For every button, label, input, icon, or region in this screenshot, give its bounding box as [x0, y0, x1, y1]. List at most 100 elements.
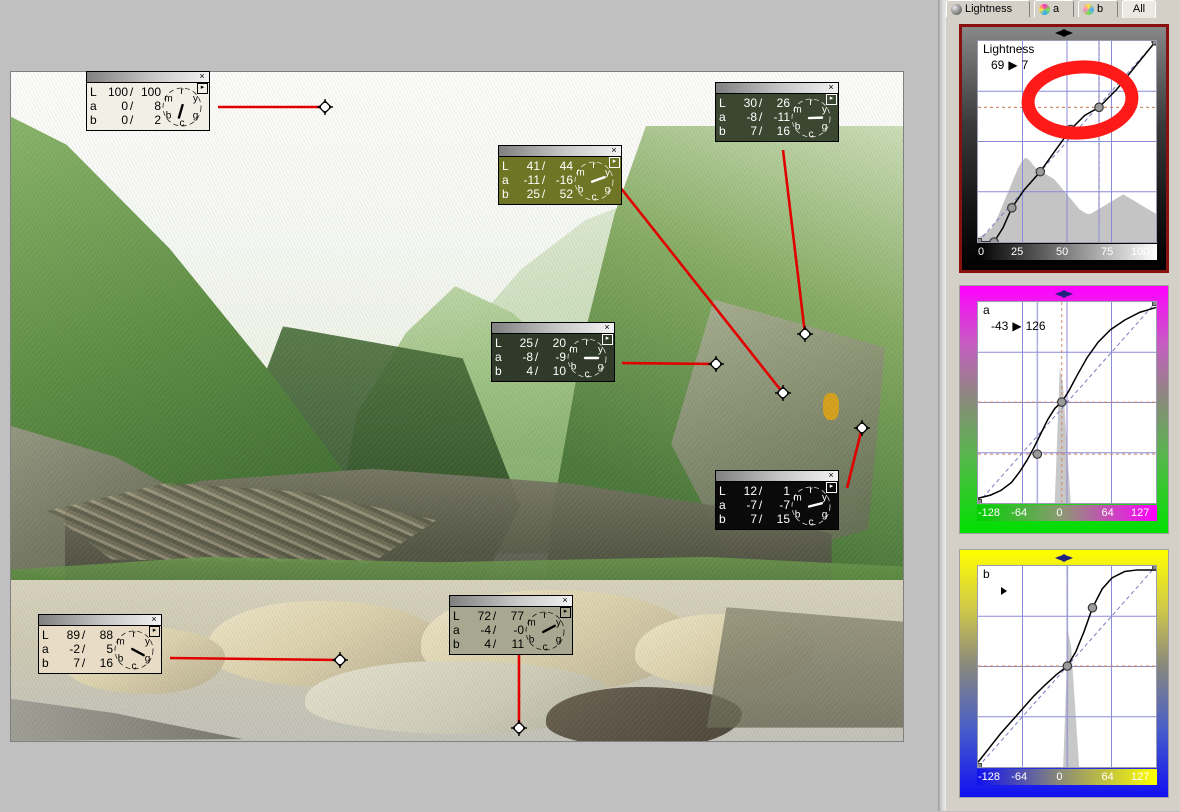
readout-row-a: a-8/-11	[719, 110, 791, 124]
readout-titlebar[interactable]: ×	[499, 146, 621, 157]
readout-value-before: 100	[102, 85, 128, 99]
readout-value-before: -4	[465, 623, 491, 637]
expand-icon[interactable]: ▸	[149, 626, 160, 637]
readout-body: L12/1a-7/-7b7/15mrygcb▸	[716, 482, 838, 530]
readout-channel-label: b	[495, 364, 507, 378]
curve-control-point[interactable]	[1008, 204, 1016, 212]
readout-titlebar[interactable]: ×	[492, 323, 614, 334]
readout-value-after: 11	[498, 637, 524, 651]
readout-slash: /	[128, 99, 135, 113]
readout-titlebar[interactable]: ×	[716, 471, 838, 482]
readout-slash: /	[540, 173, 547, 187]
lab-readout-box[interactable]: ×L89/88a-2/5b7/16mrygcb▸	[38, 614, 162, 674]
lab-readout-box[interactable]: ×L72/77a-4/-0b4/11mrygcb▸	[449, 595, 573, 655]
curve-endpoint-handle[interactable]	[1153, 41, 1157, 45]
curve-value-before: 69	[991, 58, 1004, 72]
expand-icon[interactable]: ▸	[826, 482, 837, 493]
expand-icon[interactable]: ▸	[560, 607, 571, 618]
readout-channel-label: a	[90, 99, 102, 113]
lab-readout-box[interactable]: ×L30/26a-8/-11b7/16mrygcb▸	[715, 82, 839, 142]
readout-value-after: 10	[540, 364, 566, 378]
readout-channel-label: L	[42, 628, 54, 642]
dial-label-c: c	[585, 369, 590, 380]
curve-endpoint-handle[interactable]	[978, 239, 982, 243]
dial-label-c: c	[543, 642, 548, 653]
readout-body: L100/100a0/8b0/2mrygcb▸	[87, 83, 209, 131]
dial-label-c: c	[809, 517, 814, 528]
readout-row-L: L12/1	[719, 484, 791, 498]
readout-slash: /	[533, 336, 540, 350]
curve-endpoint-handle[interactable]	[978, 500, 982, 504]
readout-values: L89/88a-2/5b7/16	[42, 628, 114, 670]
lab-readout-box[interactable]: ×L100/100a0/8b0/2mrygcb▸	[86, 71, 210, 131]
tab-lightness[interactable]: Lightness	[946, 0, 1030, 17]
close-icon[interactable]: ×	[826, 470, 836, 481]
readout-values: L30/26a-8/-11b7/16	[719, 96, 791, 138]
curve-top-handle[interactable]	[959, 551, 1169, 565]
axis-tick-label: -128	[978, 507, 1000, 519]
expand-icon[interactable]: ▸	[197, 83, 208, 94]
curve-editor-a[interactable]: a-43▶126-128-64064127	[959, 285, 1169, 534]
curve-endpoint-handle[interactable]	[1153, 302, 1157, 306]
tab-b[interactable]: b	[1078, 0, 1118, 17]
pane-divider[interactable]	[938, 0, 946, 811]
close-icon[interactable]: ×	[609, 145, 619, 156]
dial-label-m: m	[527, 618, 535, 629]
histogram	[1055, 368, 1071, 503]
lab-readout-box[interactable]: ×L41/44a-11/-16b25/52mrygcb▸	[498, 145, 622, 205]
curve-editor-lightness[interactable]: Lightness69▶70255075100	[959, 24, 1169, 273]
curve-control-point[interactable]	[1036, 167, 1044, 175]
curve-channel-name: a	[983, 303, 990, 317]
readout-titlebar[interactable]: ×	[87, 72, 209, 83]
dial-label-r: r	[592, 160, 596, 171]
curve-endpoint-handle[interactable]	[978, 764, 982, 768]
curve-endpoint-handle[interactable]	[1153, 566, 1157, 570]
dial-label-m: m	[569, 345, 577, 356]
curve-control-point[interactable]	[1088, 604, 1096, 612]
lab-readout-box[interactable]: ×L12/1a-7/-7b7/15mrygcb▸	[715, 470, 839, 530]
readout-value-before: 0	[102, 113, 128, 127]
image-editor-canvas: ×L100/100a0/8b0/2mrygcb▸×L41/44a-11/-16b…	[0, 0, 938, 811]
readout-titlebar[interactable]: ×	[450, 596, 572, 607]
channel-tabstrip: LightnessabAll	[946, 0, 1180, 18]
curve-control-point[interactable]	[1033, 450, 1041, 458]
readout-value-after: -16	[547, 173, 573, 187]
curve-editor-b[interactable]: b-128-64064127	[959, 549, 1169, 798]
close-icon[interactable]: ×	[826, 82, 836, 93]
tab-a[interactable]: a	[1034, 0, 1074, 17]
readout-value-before: 72	[465, 609, 491, 623]
readout-slash: /	[128, 113, 135, 127]
close-icon[interactable]: ×	[197, 71, 207, 82]
readout-titlebar[interactable]: ×	[716, 83, 838, 94]
close-icon[interactable]: ×	[560, 595, 570, 606]
close-icon[interactable]: ×	[149, 614, 159, 625]
tab-all[interactable]: All	[1122, 0, 1156, 18]
lab-readout-box[interactable]: ×L25/20a-8/-9b4/10mrygcb▸	[491, 322, 615, 382]
readout-value-after: 77	[498, 609, 524, 623]
curve-control-point[interactable]	[1058, 398, 1066, 406]
readout-channel-label: L	[502, 159, 514, 173]
dial-label-y: y	[556, 618, 561, 629]
curve-control-point[interactable]	[1063, 662, 1071, 670]
axis-tick-label: 75	[1101, 246, 1113, 258]
readout-slash: /	[128, 85, 135, 99]
close-icon[interactable]: ×	[602, 322, 612, 333]
curve-control-point[interactable]	[990, 238, 998, 242]
curve-value-readout: 69▶7	[991, 58, 1028, 72]
expand-icon[interactable]: ▸	[602, 334, 613, 345]
dial-label-r: r	[132, 629, 136, 640]
expand-icon[interactable]: ▸	[826, 94, 837, 105]
readout-channel-label: b	[42, 656, 54, 670]
curve-plot-area[interactable]	[977, 565, 1157, 768]
readout-channel-label: L	[719, 96, 731, 110]
readout-value-before: -11	[514, 173, 540, 187]
readout-slash: /	[491, 623, 498, 637]
expand-icon[interactable]: ▸	[609, 157, 620, 168]
curve-control-point[interactable]	[1066, 125, 1074, 133]
curve-value-arrow-icon: ▶	[1008, 319, 1025, 333]
dial-label-m: m	[793, 105, 801, 116]
curve-top-handle[interactable]	[959, 287, 1169, 301]
readout-titlebar[interactable]: ×	[39, 615, 161, 626]
curve-top-handle[interactable]	[959, 26, 1169, 40]
curve-control-point[interactable]	[1095, 103, 1103, 111]
